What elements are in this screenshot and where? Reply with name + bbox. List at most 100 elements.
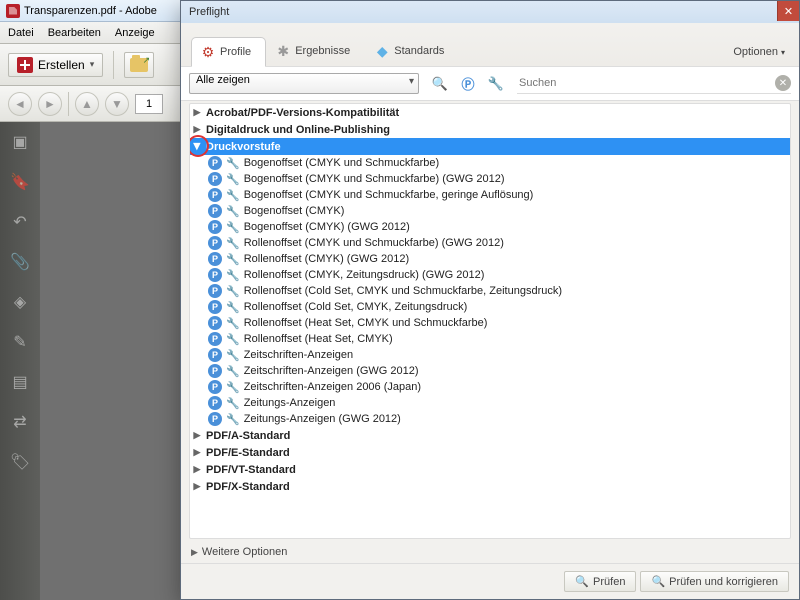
triangle-right-icon: ▶: [192, 430, 202, 441]
plus-icon: [17, 57, 33, 73]
page-down-button[interactable]: ▼: [105, 92, 129, 116]
attachment-icon[interactable]: 📎: [10, 252, 30, 272]
profile-row[interactable]: P🔧Bogenoffset (CMYK) (GWG 2012): [190, 219, 790, 235]
filter-select[interactable]: Alle zeigen: [189, 73, 419, 94]
menu-bearbeiten[interactable]: Bearbeiten: [48, 27, 101, 39]
triangle-right-icon: ▶: [192, 464, 202, 475]
wrench-icon: 🔧: [226, 157, 240, 170]
profile-badge-icon: P: [208, 412, 222, 426]
profile-row[interactable]: P🔧Rollenoffset (Cold Set, CMYK und Schmu…: [190, 283, 790, 299]
profile-row[interactable]: P🔧Bogenoffset (CMYK und Schmuckfarbe) (G…: [190, 171, 790, 187]
open-button[interactable]: [124, 52, 154, 78]
profile-label: Rollenoffset (Heat Set, CMYK): [244, 333, 393, 345]
check-fix-label: Prüfen und korrigieren: [669, 576, 778, 588]
results-icon: ✱: [275, 43, 291, 59]
category-row[interactable]: ▶PDF/A-Standard: [190, 427, 790, 444]
profile-label: Rollenoffset (Cold Set, CMYK, Zeitungsdr…: [244, 301, 468, 313]
bookmark-icon[interactable]: 🔖: [10, 172, 30, 192]
tab-results-label: Ergebnisse: [295, 45, 350, 57]
folder-icon: [130, 58, 148, 72]
triangle-right-icon: ▶: [192, 481, 202, 492]
filter-btn-1[interactable]: 🔍: [427, 72, 453, 96]
profile-row[interactable]: P🔧Zeitschriften-Anzeigen (GWG 2012): [190, 363, 790, 379]
profile-row[interactable]: P🔧Zeitungs-Anzeigen: [190, 395, 790, 411]
category-row[interactable]: ▶PDF/X-Standard: [190, 478, 790, 495]
profile-badge-icon: P: [208, 380, 222, 394]
tab-standards[interactable]: ◆ Standards: [365, 36, 459, 66]
category-row[interactable]: ▶PDF/E-Standard: [190, 444, 790, 461]
wrench-icon: 🔧: [226, 221, 240, 234]
profile-label: Zeitschriften-Anzeigen 2006 (Japan): [244, 381, 421, 393]
close-button[interactable]: ✕: [777, 1, 799, 21]
wrench-icon: 🔧: [226, 173, 240, 186]
page-number-input[interactable]: 1: [135, 94, 163, 114]
filter-value: Alle zeigen: [196, 74, 250, 86]
profile-row[interactable]: P🔧Rollenoffset (CMYK) (GWG 2012): [190, 251, 790, 267]
filter-btn-3[interactable]: 🔧: [483, 72, 509, 96]
check-fix-button[interactable]: 🔍 Prüfen und korrigieren: [640, 571, 789, 592]
thumbnail-icon[interactable]: ▣: [10, 132, 30, 152]
nav-next-button[interactable]: ►: [38, 92, 62, 116]
tags-icon[interactable]: 🏷: [10, 452, 30, 472]
triangle-right-icon: ▶: [192, 447, 202, 458]
category-label: PDF/VT-Standard: [206, 464, 296, 476]
more-options-toggle[interactable]: ▶ Weitere Optionen: [181, 541, 799, 563]
options-menu[interactable]: Optionen ▾: [733, 46, 789, 66]
profile-row[interactable]: P🔧Bogenoffset (CMYK): [190, 203, 790, 219]
wrench-icon: 🔧: [226, 333, 240, 346]
layers-icon[interactable]: ◈: [10, 292, 30, 312]
profile-tree[interactable]: ▶Acrobat/PDF-Versions-Kompatibilität▶Dig…: [189, 103, 791, 539]
profile-row[interactable]: P🔧Rollenoffset (CMYK, Zeitungsdruck) (GW…: [190, 267, 790, 283]
profile-badge-icon: P: [208, 348, 222, 362]
triangle-right-icon: ▶: [192, 107, 202, 118]
profile-row[interactable]: P🔧Bogenoffset (CMYK und Schmuckfarbe): [190, 155, 790, 171]
filter-icon-buttons: 🔍 Ⓟ 🔧: [427, 72, 509, 96]
check-button[interactable]: 🔍 Prüfen: [564, 571, 636, 592]
menu-anzeige[interactable]: Anzeige: [115, 27, 155, 39]
profile-row[interactable]: P 🔧 Rollenoffset (Cold Set, CMYK, Zeitungs…: [190, 299, 790, 315]
profile-label: Rollenoffset (CMYK und Schmuckfarbe) (GW…: [244, 237, 504, 249]
document-icon[interactable]: ▤: [10, 372, 30, 392]
transfer-icon[interactable]: ⇄: [10, 412, 30, 432]
dialog-titlebar[interactable]: Preflight ✕: [181, 1, 799, 23]
dialog-title: Preflight: [189, 6, 229, 18]
undo-icon[interactable]: ↶: [10, 212, 30, 232]
profile-row[interactable]: P🔧Zeitschriften-Anzeigen: [190, 347, 790, 363]
profile-label: Zeitungs-Anzeigen: [244, 397, 336, 409]
search-clear-button[interactable]: ✕: [775, 75, 791, 91]
profile-row[interactable]: P🔧Bogenoffset (CMYK und Schmuckfarbe, ge…: [190, 187, 790, 203]
profile-row[interactable]: P🔧Zeitschriften-Anzeigen 2006 (Japan): [190, 379, 790, 395]
tab-results[interactable]: ✱ Ergebnisse: [266, 36, 365, 66]
close-icon: ✕: [784, 5, 793, 18]
dialog-footer: 🔍 Prüfen 🔍 Prüfen und korrigieren: [181, 563, 799, 599]
category-row[interactable]: ▶Druckvorstufe: [190, 138, 790, 155]
profile-row[interactable]: P🔧Zeitungs-Anzeigen (GWG 2012): [190, 411, 790, 427]
create-button[interactable]: Erstellen ▾: [8, 53, 103, 77]
filter-btn-2[interactable]: Ⓟ: [455, 72, 481, 96]
wrench-icon: 🔧: [226, 301, 240, 314]
profile-row[interactable]: P🔧Rollenoffset (Heat Set, CMYK): [190, 331, 790, 347]
profile-badge-icon: P: [208, 300, 222, 314]
mag-wrench-icon: 🔍: [432, 76, 448, 92]
page-up-button[interactable]: ▲: [75, 92, 99, 116]
wrench-icon: 🔧: [226, 237, 240, 250]
profile-badge-icon: P: [208, 396, 222, 410]
category-row[interactable]: ▶Digitaldruck und Online-Publishing: [190, 121, 790, 138]
category-row[interactable]: ▶ PDF/VT-Standard: [190, 461, 790, 478]
category-row[interactable]: ▶Acrobat/PDF-Versions-Kompatibilität: [190, 104, 790, 121]
profile-badge-icon: P: [208, 156, 222, 170]
close-icon: ✕: [779, 78, 787, 89]
profile-badge-icon: P: [208, 316, 222, 330]
pdf-logo-icon: [6, 4, 20, 18]
p-badge-icon: Ⓟ: [461, 74, 474, 93]
nav-prev-button[interactable]: ◄: [8, 92, 32, 116]
profile-row[interactable]: P🔧Rollenoffset (Heat Set, CMYK und Schmu…: [190, 315, 790, 331]
wrench-icon: 🔧: [226, 189, 240, 202]
menu-datei[interactable]: Datei: [8, 27, 34, 39]
profile-icon: ⚙: [200, 44, 216, 60]
profile-label: Zeitschriften-Anzeigen: [244, 349, 353, 361]
profile-row[interactable]: P🔧Rollenoffset (CMYK und Schmuckfarbe) (…: [190, 235, 790, 251]
search-input[interactable]: [517, 73, 769, 93]
tab-profile[interactable]: ⚙ Profile: [191, 37, 266, 67]
signature-icon[interactable]: ✎: [10, 332, 30, 352]
